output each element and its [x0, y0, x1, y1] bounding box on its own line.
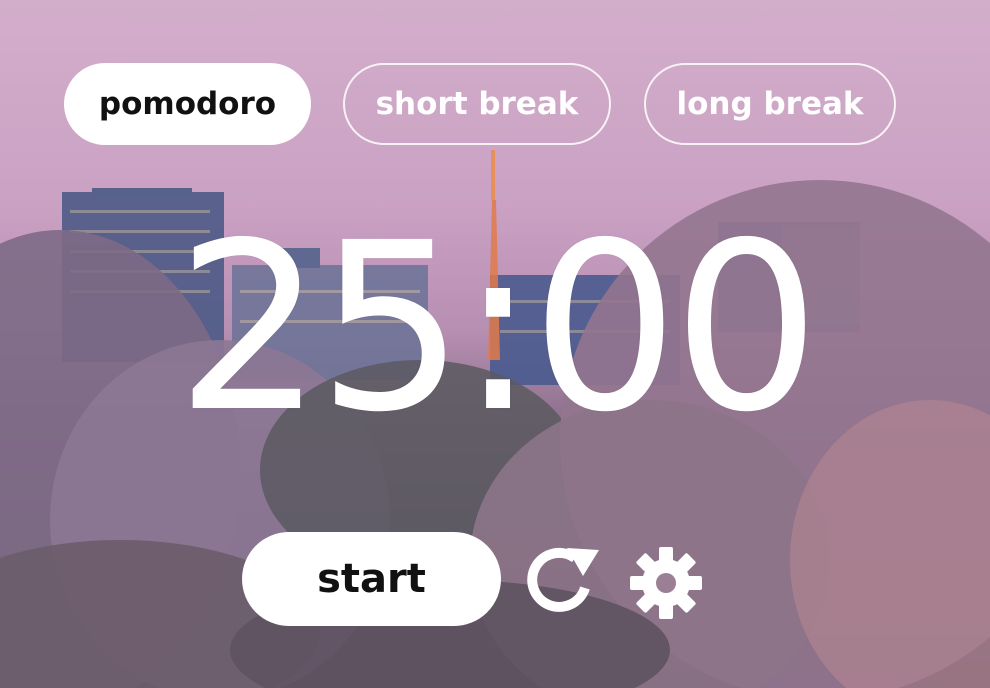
settings-button[interactable] [628, 545, 704, 621]
mode-tabs: pomodoro short break long break [64, 63, 904, 147]
start-button[interactable]: start [242, 532, 501, 626]
tab-long-break[interactable]: long break [644, 63, 896, 145]
timer-display: 25:00 [175, 193, 821, 463]
reset-icon [527, 547, 599, 612]
tab-short-break[interactable]: short break [343, 63, 611, 145]
reset-button[interactable] [523, 544, 603, 616]
tab-pomodoro[interactable]: pomodoro [64, 63, 311, 145]
gear-icon [630, 547, 702, 619]
